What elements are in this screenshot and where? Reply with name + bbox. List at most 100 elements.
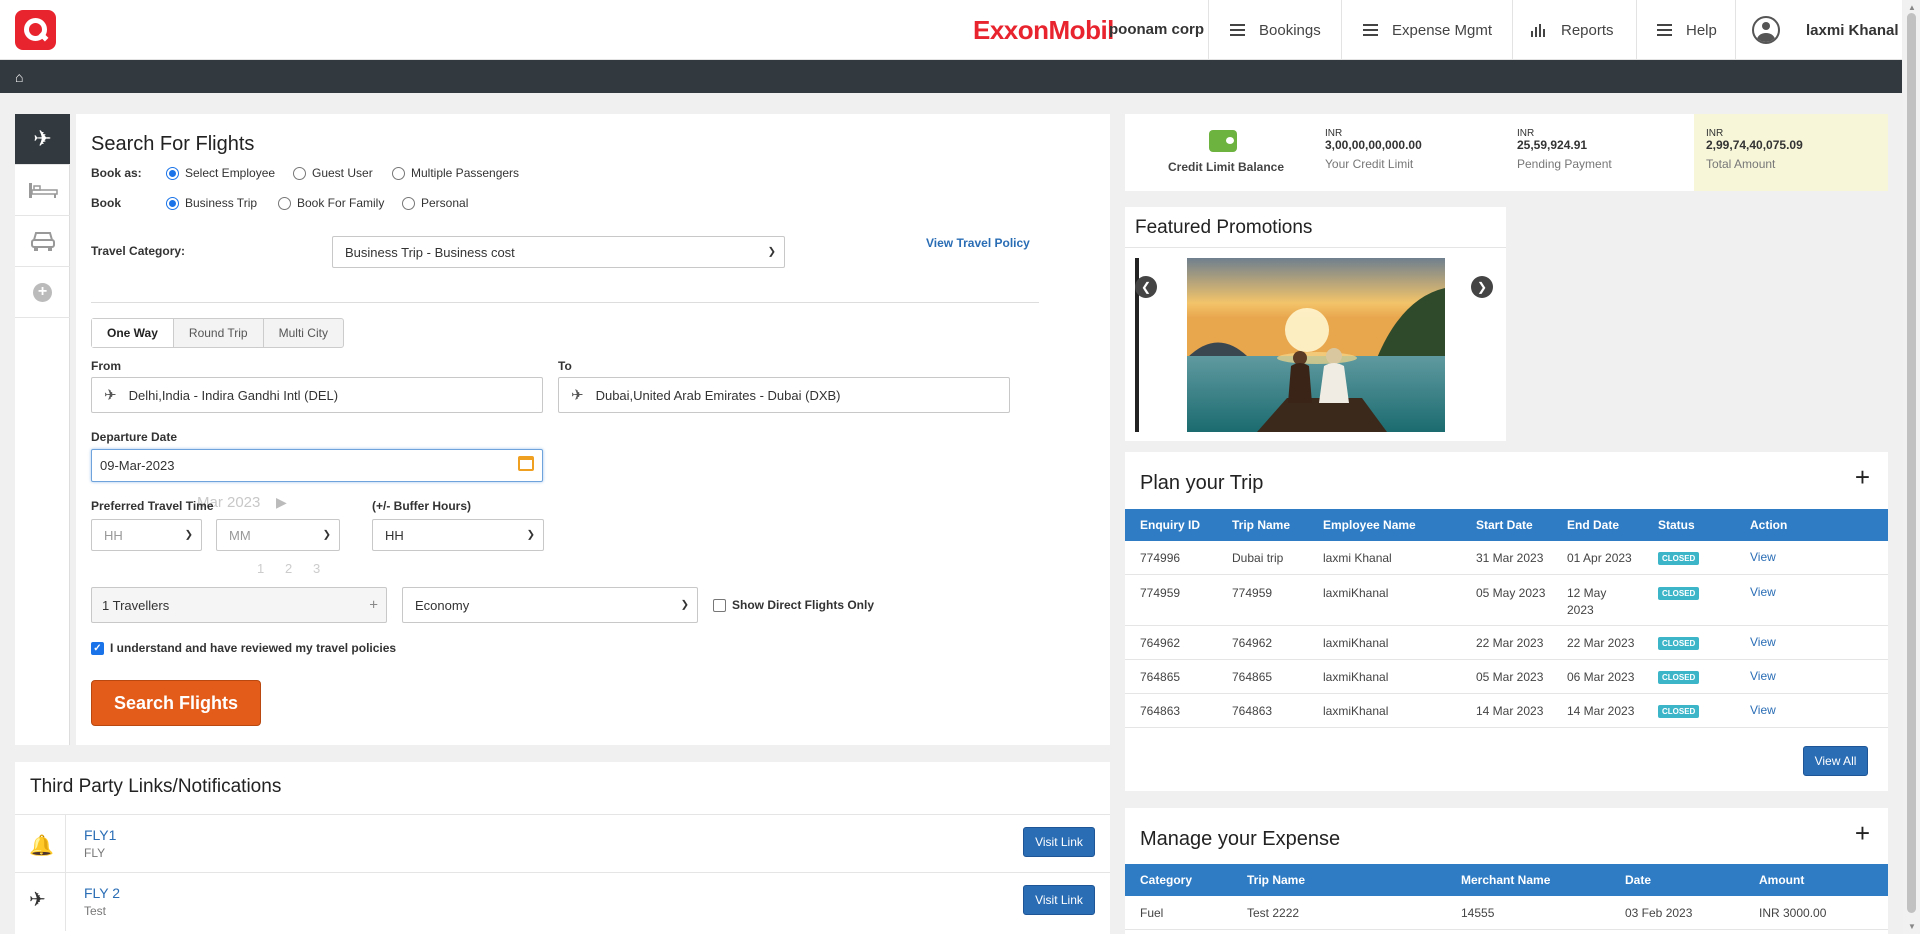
nav-reports[interactable]: Reports: [1512, 0, 1636, 60]
radio-book-for-family[interactable]: Book For Family: [278, 196, 384, 210]
page-title: Search For Flights: [91, 133, 255, 155]
tab-hotels[interactable]: [15, 165, 70, 216]
cell-trip-name: 764962: [1232, 636, 1273, 650]
menu-icon: [1363, 24, 1378, 36]
direct-flights-checkbox[interactable]: Show Direct Flights Only: [713, 598, 874, 612]
view-link[interactable]: View: [1750, 635, 1776, 649]
buffer-hours-value: HH: [385, 527, 404, 543]
visit-link-button[interactable]: Visit Link: [1023, 827, 1095, 857]
travel-category-select[interactable]: Business Trip - Business cost ❯: [332, 236, 785, 268]
carousel-prev-icon[interactable]: ❮: [1135, 276, 1157, 298]
cabin-class-select[interactable]: Economy ❯: [402, 587, 698, 623]
radio-label: Multiple Passengers: [411, 166, 520, 180]
column-header: Employee Name: [1323, 518, 1416, 532]
plus-icon[interactable]: +: [369, 597, 378, 614]
buffer-hours-select[interactable]: HH ❯: [372, 519, 544, 551]
view-link[interactable]: View: [1750, 669, 1776, 683]
landing-icon: ✈: [571, 387, 584, 404]
hour-select[interactable]: HH ❯: [91, 519, 202, 551]
cell-start-date: 14 Mar 2023: [1476, 704, 1544, 718]
scroll-up-icon[interactable]: ▲: [1908, 3, 1916, 12]
cell-end-date: 22 Mar 2023: [1567, 636, 1635, 650]
from-field[interactable]: ✈ Delhi,India - Indira Gandhi Intl (DEL): [91, 377, 543, 413]
radio-select-employee[interactable]: Select Employee: [166, 166, 275, 180]
nav-bookings[interactable]: Bookings: [1208, 0, 1341, 60]
travellers-field[interactable]: 1 Travellers +: [91, 587, 387, 623]
add-expense-icon[interactable]: +: [1855, 818, 1870, 849]
featured-promotions-panel: Featured Promotions ❮ ❯: [1125, 207, 1506, 441]
radio-business-trip[interactable]: Business Trip: [166, 196, 257, 210]
radio-label: Guest User: [312, 166, 373, 180]
radio-dot: [166, 196, 179, 210]
table-header: Enquiry ID Trip Name Employee Name Start…: [1125, 509, 1888, 541]
cell-trip-name: 764863: [1232, 704, 1273, 718]
visit-link-button[interactable]: Visit Link: [1023, 885, 1095, 915]
view-link[interactable]: View: [1750, 703, 1776, 717]
tab-round-trip[interactable]: Round Trip: [174, 319, 264, 347]
radio-label: Personal: [421, 196, 469, 210]
column-header: Start Date: [1476, 518, 1533, 532]
link-name[interactable]: FLY 2: [84, 885, 120, 901]
chevron-down-icon: ❯: [184, 529, 193, 541]
link-name[interactable]: FLY1: [84, 827, 116, 843]
hour-value: HH: [104, 527, 123, 543]
cell-date: 03 Feb 2023: [1625, 906, 1693, 920]
top-header: ExxonMobil poonam corp Bookings Expense …: [0, 0, 1902, 60]
table-row: 764865 764865 laxmiKhanal 05 Mar 2023 06…: [1125, 660, 1888, 694]
book-label: Book: [91, 196, 121, 210]
view-travel-policy-link[interactable]: View Travel Policy: [926, 236, 1030, 250]
divider: [65, 873, 66, 931]
table-row: 774996 Dubai trip laxmi Khanal 31 Mar 20…: [1125, 541, 1888, 575]
calendar-next-icon[interactable]: ▶: [276, 494, 287, 511]
calendar-icon[interactable]: [518, 456, 534, 471]
app-logo[interactable]: [15, 10, 56, 50]
bell-icon: 🔔: [29, 835, 54, 857]
tab-multi-city[interactable]: Multi City: [264, 319, 343, 347]
tab-more[interactable]: +: [15, 267, 70, 318]
calendar-date[interactable]: 2: [285, 561, 292, 576]
wallet-icon: [1209, 130, 1237, 152]
home-icon[interactable]: ⌂: [15, 69, 23, 85]
airplane-icon: ✈: [29, 889, 46, 911]
scroll-down-icon[interactable]: ▼: [1908, 922, 1916, 931]
trip-type-tabs: One Way Round Trip Multi City: [91, 318, 344, 348]
radio-dot: [166, 166, 179, 180]
book-as-label: Book as:: [91, 166, 142, 180]
view-link[interactable]: View: [1750, 550, 1776, 564]
minute-select[interactable]: MM ❯: [216, 519, 340, 551]
carousel-next-icon[interactable]: ❯: [1471, 276, 1493, 298]
table-row: 764962 764962 laxmiKhanal 22 Mar 2023 22…: [1125, 626, 1888, 660]
to-field[interactable]: ✈ Dubai,United Arab Emirates - Dubai (DX…: [558, 377, 1010, 413]
radio-guest-user[interactable]: Guest User: [293, 166, 373, 180]
page-scrollbar[interactable]: ▲ ▼: [1903, 0, 1920, 934]
calendar-date[interactable]: 3: [313, 561, 320, 576]
calendar-date[interactable]: 1: [257, 561, 264, 576]
cell-trip-name: 764865: [1232, 670, 1273, 684]
radio-multiple-passengers[interactable]: Multiple Passengers: [392, 166, 519, 180]
policy-ack-checkbox[interactable]: ✓ I understand and have reviewed my trav…: [91, 641, 396, 655]
user-menu[interactable]: laxmi Khanal: [1735, 0, 1902, 60]
scrollbar-thumb[interactable]: [1907, 13, 1916, 913]
tab-cars[interactable]: [15, 216, 70, 267]
cell-end-date: 06 Mar 2023: [1567, 670, 1635, 684]
nav-help[interactable]: Help: [1636, 0, 1735, 60]
tab-flights[interactable]: ✈: [15, 114, 70, 165]
user-name: laxmi Khanal: [1806, 21, 1899, 39]
travel-category-value: Business Trip - Business cost: [345, 244, 515, 260]
radio-label: Book For Family: [297, 196, 385, 210]
breadcrumb-bar: ⌂: [0, 60, 1902, 93]
cell-employee: laxmiKhanal: [1323, 704, 1389, 718]
radio-personal[interactable]: Personal: [402, 196, 468, 210]
menu-icon: [1657, 24, 1672, 36]
promotions-title: Featured Promotions: [1135, 217, 1313, 238]
tab-one-way[interactable]: One Way: [92, 319, 174, 347]
view-link[interactable]: View: [1750, 585, 1776, 599]
add-trip-icon[interactable]: +: [1855, 462, 1870, 493]
view-all-button[interactable]: View All: [1803, 746, 1868, 776]
chevron-down-icon: ❯: [680, 599, 689, 611]
chevron-down-icon: ❯: [322, 529, 331, 541]
departure-date-field[interactable]: 09-Mar-2023: [91, 449, 543, 482]
search-flights-button[interactable]: Search Flights: [91, 680, 261, 726]
nav-expense-mgmt[interactable]: Expense Mgmt: [1341, 0, 1512, 60]
promotion-image[interactable]: [1187, 258, 1445, 432]
